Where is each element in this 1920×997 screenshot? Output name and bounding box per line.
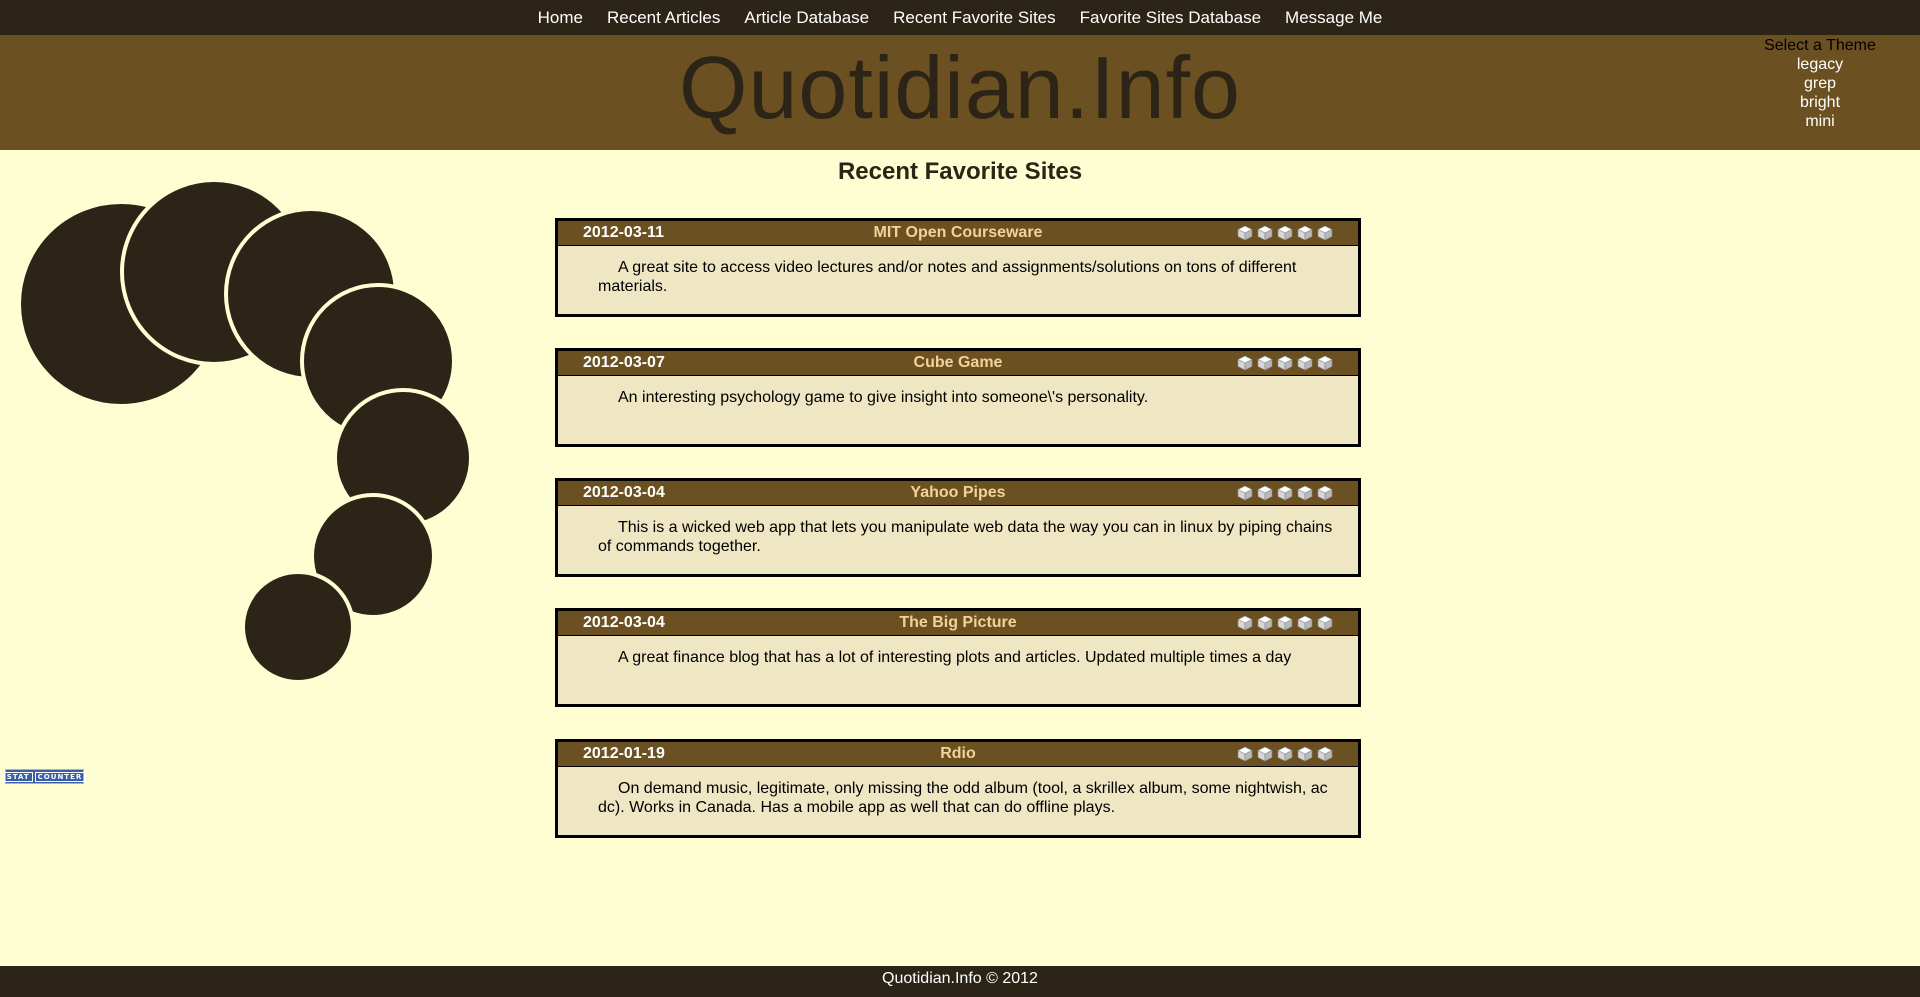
rating-cube-icon bbox=[1297, 485, 1313, 501]
rating-cube-icon bbox=[1257, 355, 1273, 371]
theme-option-mini[interactable]: mini bbox=[1740, 112, 1900, 131]
nav-article-database-link[interactable]: Article Database bbox=[732, 8, 881, 28]
site-description: This is a wicked web app that lets you m… bbox=[598, 519, 1333, 555]
rating-cube-icon bbox=[1317, 225, 1333, 241]
nav-home-link[interactable]: Home bbox=[526, 8, 595, 28]
rating-cube-icon bbox=[1277, 615, 1293, 631]
rating-cube-icon bbox=[1277, 485, 1293, 501]
rating-cube-icon bbox=[1277, 355, 1293, 371]
nav-recent-articles-link[interactable]: Recent Articles bbox=[595, 8, 732, 28]
rating-cube-icon bbox=[1297, 225, 1313, 241]
rating-cube-icon bbox=[1277, 225, 1293, 241]
rating-cube-icon bbox=[1237, 485, 1253, 501]
site-description: On demand music, legitimate, only missin… bbox=[598, 780, 1328, 816]
site-card-header: 2012-01-19 Rdio bbox=[558, 742, 1358, 767]
site-description: A great finance blog that has a lot of i… bbox=[618, 649, 1292, 666]
theme-selector-heading: Select a Theme bbox=[1764, 37, 1876, 54]
nav-message-me-link[interactable]: Message Me bbox=[1273, 8, 1394, 28]
rating-stars bbox=[1237, 615, 1333, 631]
site-description: A great site to access video lectures an… bbox=[598, 259, 1297, 295]
rating-cube-icon bbox=[1237, 225, 1253, 241]
theme-option-legacy[interactable]: legacy bbox=[1740, 55, 1900, 74]
theme-option-grep[interactable]: grep bbox=[1740, 74, 1900, 93]
site-card-header: 2012-03-04 Yahoo Pipes bbox=[558, 481, 1358, 506]
theme-option-bright[interactable]: bright bbox=[1740, 93, 1900, 112]
rating-cube-icon bbox=[1317, 615, 1333, 631]
rating-cube-icon bbox=[1317, 485, 1333, 501]
site-card: 2012-03-07 Cube Game An interesting psyc… bbox=[555, 348, 1361, 447]
site-card-header: 2012-03-04 The Big Picture bbox=[558, 611, 1358, 636]
rating-stars bbox=[1237, 225, 1333, 241]
rating-cube-icon bbox=[1237, 746, 1253, 762]
rating-cube-icon bbox=[1277, 746, 1293, 762]
statcounter-right-text: COUNTER bbox=[34, 771, 86, 782]
rating-cube-icon bbox=[1257, 485, 1273, 501]
site-description: An interesting psychology game to give i… bbox=[618, 389, 1149, 406]
site-card: 2012-03-04 Yahoo Pipes This is a wicked … bbox=[555, 478, 1361, 577]
question-mark-circles-logo bbox=[17, 178, 473, 684]
footer: Quotidian.Info © 2012 bbox=[0, 966, 1920, 997]
rating-cube-icon bbox=[1257, 225, 1273, 241]
rating-cube-icon bbox=[1297, 615, 1313, 631]
rating-cube-icon bbox=[1297, 746, 1313, 762]
nav-favorite-sites-database-link[interactable]: Favorite Sites Database bbox=[1068, 8, 1273, 28]
rating-cube-icon bbox=[1317, 746, 1333, 762]
rating-stars bbox=[1237, 355, 1333, 371]
footer-copyright: Quotidian.Info © 2012 bbox=[882, 970, 1038, 987]
theme-selector: Select a Theme legacy grep bright mini bbox=[1740, 36, 1900, 131]
nav-recent-favorite-sites-link[interactable]: Recent Favorite Sites bbox=[881, 8, 1068, 28]
rating-cube-icon bbox=[1237, 355, 1253, 371]
statcounter-badge[interactable]: STAT COUNTER bbox=[3, 769, 86, 784]
rating-cube-icon bbox=[1237, 615, 1253, 631]
site-card: 2012-01-19 Rdio On demand music, legitim… bbox=[555, 739, 1361, 838]
top-navigation: Home Recent Articles Article Database Re… bbox=[0, 0, 1920, 35]
rating-stars bbox=[1237, 746, 1333, 762]
rating-cube-icon bbox=[1257, 746, 1273, 762]
site-card: 2012-03-04 The Big Picture A great finan… bbox=[555, 608, 1361, 707]
statcounter-left-text: STAT bbox=[3, 771, 33, 782]
site-title: Quotidian.Info bbox=[679, 38, 1241, 137]
rating-cube-icon bbox=[1317, 355, 1333, 371]
site-card-header: 2012-03-11 MIT Open Courseware bbox=[558, 221, 1358, 246]
site-card-header: 2012-03-07 Cube Game bbox=[558, 351, 1358, 376]
rating-cube-icon bbox=[1257, 615, 1273, 631]
nav-links: Home Recent Articles Article Database Re… bbox=[526, 8, 1395, 28]
rating-cube-icon bbox=[1297, 355, 1313, 371]
rating-stars bbox=[1237, 485, 1333, 501]
site-card: 2012-03-11 MIT Open Courseware A great s… bbox=[555, 218, 1361, 317]
